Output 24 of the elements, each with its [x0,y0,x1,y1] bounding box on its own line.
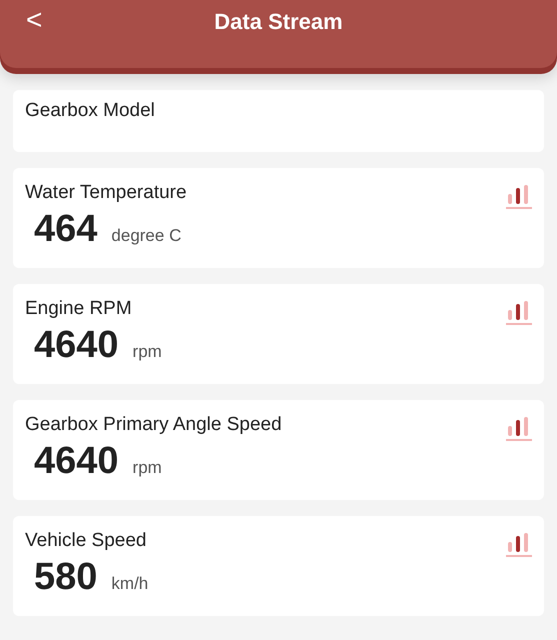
reading-value: 4640 [34,324,119,367]
reading-unit: rpm [132,458,162,478]
reading-value: 464 [34,208,98,251]
reading-name: Water Temperature [25,182,187,204]
chart-icon[interactable] [506,532,532,558]
reading-unit: rpm [132,342,162,362]
reading-name: Vehicle Speed [25,530,146,552]
reading-card[interactable]: Engine RPM 4640 rpm [13,284,544,384]
chart-icon[interactable] [506,300,532,326]
reading-unit: km/h [111,574,148,594]
reading-name: Gearbox Primary Angle Speed [25,414,282,436]
model-label: Gearbox Model [25,100,155,121]
model-card[interactable]: Gearbox Model [13,90,544,152]
reading-value: 580 [34,556,98,599]
reading-card[interactable]: Vehicle Speed 580 km/h [13,516,544,616]
page-title: Data Stream [214,8,343,36]
reading-card[interactable]: Water Temperature 464 degree C [13,168,544,268]
chart-icon[interactable] [506,184,532,210]
chart-icon[interactable] [506,416,532,442]
reading-name: Engine RPM [25,298,132,320]
reading-unit: degree C [111,226,182,246]
reading-value: 4640 [34,440,119,483]
back-button[interactable]: < [20,4,48,36]
reading-card[interactable]: Gearbox Primary Angle Speed 4640 rpm [13,400,544,500]
